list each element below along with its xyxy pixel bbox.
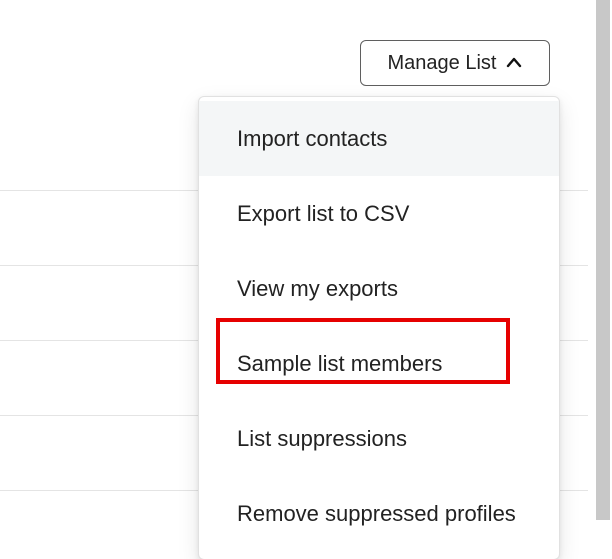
menu-item-sample-members[interactable]: Sample list members (199, 326, 559, 401)
manage-list-button[interactable]: Manage List (360, 40, 550, 86)
vertical-scrollbar[interactable] (588, 0, 612, 559)
viewport: Da No Au Au Aug 11, 2022, 10:15 PM Manag… (0, 0, 588, 559)
manage-list-label: Manage List (388, 52, 497, 75)
menu-item-list-suppressions[interactable]: List suppressions (199, 401, 559, 476)
menu-item-label: View my exports (237, 276, 398, 302)
chevron-up-icon (506, 55, 522, 71)
manage-list-dropdown: Import contacts Export list to CSV View … (198, 96, 560, 559)
menu-item-label: Export list to CSV (237, 201, 409, 227)
menu-item-remove-suppressed[interactable]: Remove suppressed profiles (199, 476, 559, 551)
menu-item-label: List suppressions (237, 426, 407, 452)
menu-item-label: Import contacts (237, 126, 387, 152)
menu-item-export-csv[interactable]: Export list to CSV (199, 176, 559, 251)
menu-item-label: Remove suppressed profiles (237, 501, 516, 527)
scrollbar-thumb[interactable] (596, 0, 610, 520)
menu-item-label: Sample list members (237, 351, 442, 377)
menu-item-view-exports[interactable]: View my exports (199, 251, 559, 326)
menu-item-import-contacts[interactable]: Import contacts (199, 101, 559, 176)
